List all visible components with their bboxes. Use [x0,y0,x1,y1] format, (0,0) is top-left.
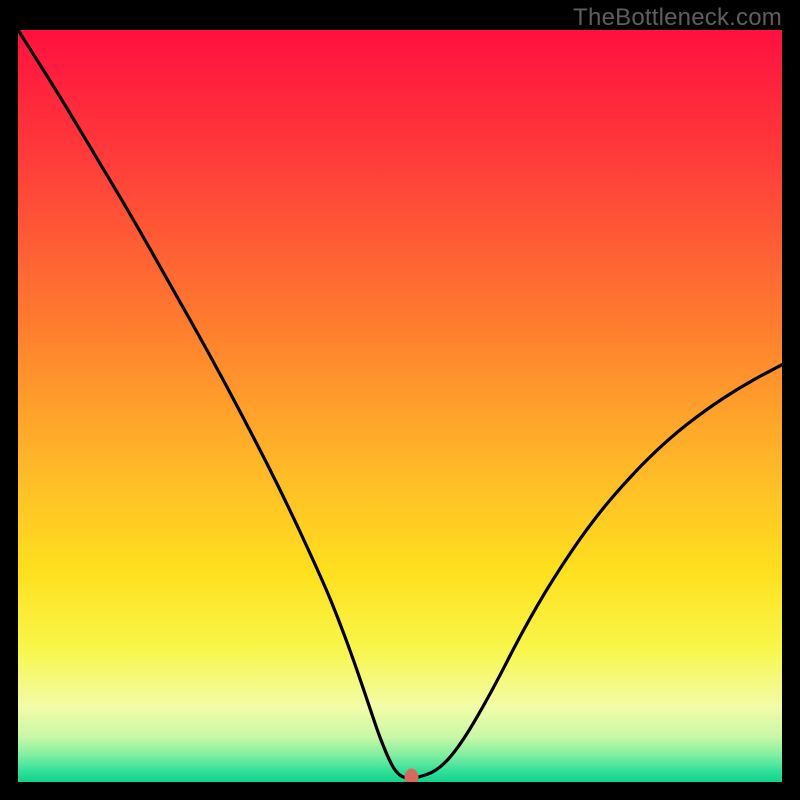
watermark-text: TheBottleneck.com [573,4,782,32]
plot-area [18,30,782,782]
chart-frame: TheBottleneck.com [0,0,800,800]
plot-svg [18,30,782,782]
plot-background [18,30,782,782]
